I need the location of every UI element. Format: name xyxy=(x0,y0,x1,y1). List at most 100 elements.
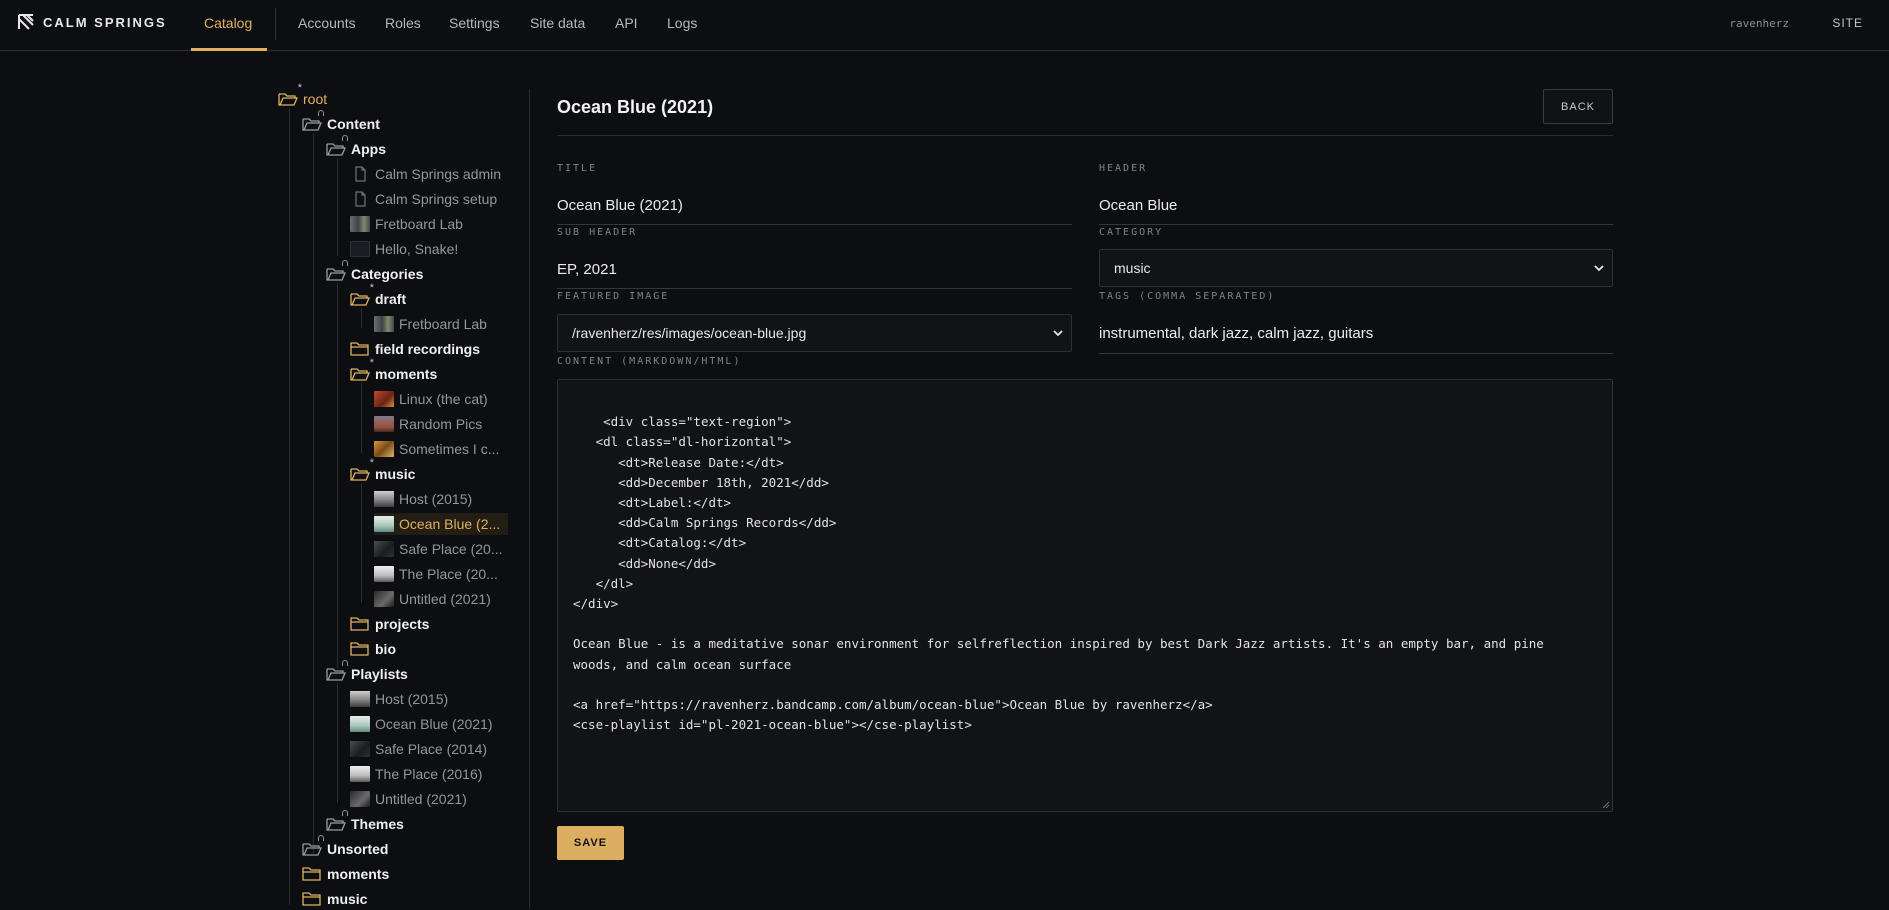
tree-guide xyxy=(313,133,314,853)
tree-folder-draft[interactable]: * draft xyxy=(350,282,406,310)
tree-item-music-selected[interactable]: Ocean Blue (2... xyxy=(374,513,509,535)
tree-item-playlist[interactable]: The Place (2016) xyxy=(350,763,482,785)
folder-open-icon: * xyxy=(350,282,374,307)
tree-item-app[interactable]: Fretboard Lab xyxy=(350,213,463,235)
tree-item-music[interactable]: Untitled (2021) xyxy=(374,588,491,610)
nav-logs[interactable]: Logs xyxy=(667,15,697,31)
subheader-field[interactable]: EP, 2021 xyxy=(557,261,617,278)
tree-guide xyxy=(361,483,362,603)
category-label: CATEGORY xyxy=(1099,227,1164,238)
featured-image-select[interactable]: /ravenherz/res/images/ocean-blue.jpg xyxy=(557,314,1072,352)
thumbnail-image xyxy=(350,716,370,732)
brand-name: CALM SPRINGS xyxy=(43,14,167,30)
site-link[interactable]: SITE xyxy=(1832,16,1863,30)
tree-item-app[interactable]: Calm Springs setup xyxy=(350,188,497,210)
thumbnail-image xyxy=(350,791,370,807)
thumbnail-image xyxy=(374,491,394,507)
nav-roles[interactable]: Roles xyxy=(385,15,421,31)
tree-item-music[interactable]: Safe Place (20... xyxy=(374,538,503,560)
save-button[interactable]: SAVE xyxy=(557,826,624,860)
thumbnail-image xyxy=(350,691,370,707)
tags-underline xyxy=(1099,353,1613,354)
thumbnail-image xyxy=(350,766,370,782)
tree-folder-projects[interactable]: projects xyxy=(350,613,429,635)
sidebar-divider xyxy=(529,89,530,909)
tree-folder-themes[interactable]: Themes xyxy=(326,810,404,835)
tree-item-playlist[interactable]: Safe Place (2014) xyxy=(350,738,487,760)
thumbnail-image xyxy=(350,241,370,257)
current-user[interactable]: ravenherz xyxy=(1729,17,1789,30)
tree-item-playlist[interactable]: Untitled (2021) xyxy=(350,788,467,810)
chevron-down-icon xyxy=(1053,330,1063,337)
header-underline xyxy=(1099,224,1613,225)
tree-item-moment[interactable]: Linux (the cat) xyxy=(374,388,488,410)
category-value: music xyxy=(1114,260,1151,276)
category-select[interactable]: music xyxy=(1099,249,1613,287)
nav-api[interactable]: API xyxy=(615,15,638,31)
folder-locked-icon xyxy=(326,260,348,282)
tree-item-app[interactable]: Hello, Snake! xyxy=(350,238,458,260)
title-label: TITLE xyxy=(557,163,598,174)
tags-field[interactable]: instrumental, dark jazz, calm jazz, guit… xyxy=(1099,325,1373,342)
resize-handle-icon[interactable] xyxy=(1602,801,1610,809)
header-label: HEADER xyxy=(1099,163,1148,174)
tree-guide xyxy=(361,383,362,453)
tree-folder-music[interactable]: * music xyxy=(350,457,415,485)
tree-folder-music-root[interactable]: music xyxy=(302,888,367,910)
content-textarea[interactable]: <div class="text-region"> <dl class="dl-… xyxy=(557,379,1613,812)
tree-guide xyxy=(289,108,290,905)
tree-folder-moments[interactable]: * moments xyxy=(350,357,437,385)
thumbnail-image xyxy=(374,441,394,457)
title-field[interactable]: Ocean Blue (2021) xyxy=(557,197,683,214)
nav-accounts[interactable]: Accounts xyxy=(298,15,356,31)
tree-folder-moments-root[interactable]: moments xyxy=(302,863,389,885)
back-button[interactable]: BACK xyxy=(1543,89,1613,124)
brand[interactable]: CALM SPRINGS xyxy=(18,14,167,30)
nav-catalog[interactable]: Catalog xyxy=(204,15,252,31)
nav-site-data[interactable]: Site data xyxy=(530,15,585,31)
thumbnail-image xyxy=(374,566,394,582)
folder-locked-icon xyxy=(302,110,324,132)
folder-icon xyxy=(350,641,370,657)
nav-settings[interactable]: Settings xyxy=(449,15,500,31)
tree-folder-playlists[interactable]: Playlists xyxy=(326,660,408,685)
tree-guide xyxy=(361,308,362,328)
folder-locked-icon xyxy=(326,660,348,682)
tree-item-playlist[interactable]: Host (2015) xyxy=(350,688,448,710)
tree-item-moment[interactable]: Random Pics xyxy=(374,413,482,435)
file-icon xyxy=(350,166,370,182)
nav-divider xyxy=(275,8,276,40)
folder-open-icon: * xyxy=(278,82,302,107)
tree-folder-apps[interactable]: Apps xyxy=(326,135,386,160)
folder-icon xyxy=(350,616,370,632)
page-title: Ocean Blue (2021) xyxy=(557,97,714,117)
tree-guide xyxy=(337,283,338,668)
tree-root[interactable]: * root xyxy=(278,82,327,110)
tree-item-moment[interactable]: Sometimes I c... xyxy=(374,438,499,460)
thumbnail-image xyxy=(374,591,394,607)
thumbnail-image xyxy=(350,741,370,757)
tree-item-draft[interactable]: Fretboard Lab xyxy=(374,313,487,335)
folder-locked-icon xyxy=(302,835,324,857)
folder-locked-icon xyxy=(326,135,348,157)
tree-guide xyxy=(337,683,338,803)
tree-folder-content[interactable]: Content xyxy=(302,110,380,135)
tree-item-music[interactable]: The Place (20... xyxy=(374,563,498,585)
file-icon xyxy=(350,191,370,207)
folder-icon xyxy=(350,341,370,357)
thumbnail-image xyxy=(374,316,394,332)
tree-folder-categories[interactable]: Categories xyxy=(326,260,423,285)
header-field[interactable]: Ocean Blue xyxy=(1099,197,1177,214)
chevron-down-icon xyxy=(1594,265,1604,272)
tree-item-playlist[interactable]: Ocean Blue (2021) xyxy=(350,713,493,735)
tree-folder-unsorted[interactable]: Unsorted xyxy=(302,835,388,860)
tree-folder-bio[interactable]: bio xyxy=(350,638,396,660)
thumbnail-image xyxy=(374,416,394,432)
featured-image-label: FEATURED IMAGE xyxy=(557,291,670,302)
content-text: <div class="text-region"> <dl class="dl-… xyxy=(573,414,1544,733)
folder-open-icon: * xyxy=(350,357,374,382)
tree-guide xyxy=(337,158,338,256)
tree-item-music[interactable]: Host (2015) xyxy=(374,488,472,510)
tree-item-app[interactable]: Calm Springs admin xyxy=(350,163,501,185)
thumbnail-image xyxy=(350,216,370,232)
